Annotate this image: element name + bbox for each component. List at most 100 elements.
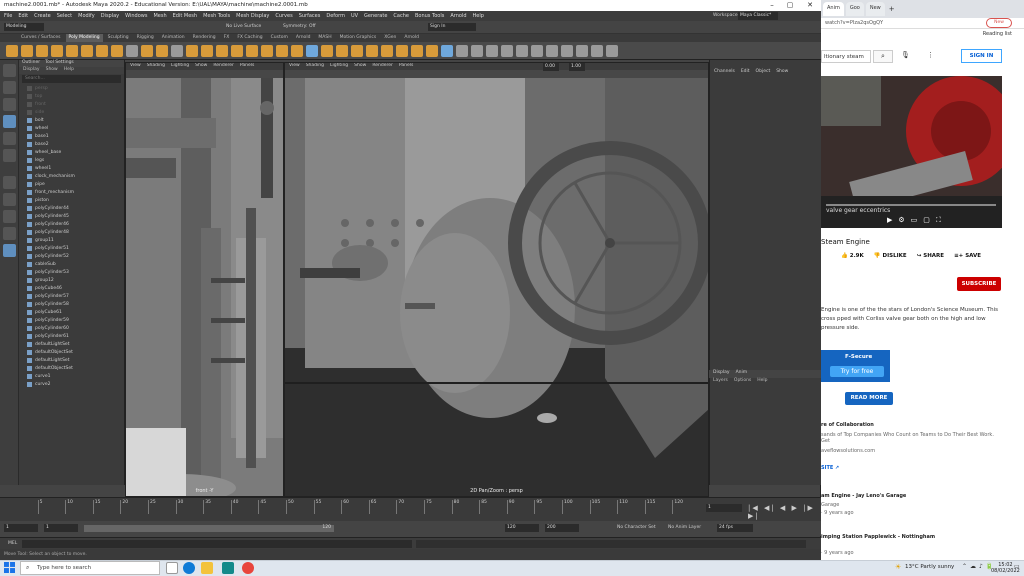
notifications-icon[interactable]: ▭ [1014, 563, 1020, 570]
promo-title[interactable]: re of Collaboration [821, 422, 874, 428]
outliner-search-input[interactable]: Search... [22, 75, 121, 83]
menu-display[interactable]: Display [101, 13, 119, 19]
shelf-tab[interactable]: Arnold [401, 34, 422, 42]
channels-menu-show[interactable]: Show [776, 69, 788, 74]
cut-uv-icon[interactable] [561, 44, 573, 57]
menu-modify[interactable]: Modify [78, 13, 95, 19]
weather-text[interactable]: 13°C Partly sunny [905, 564, 954, 570]
poly-plane-icon[interactable] [81, 44, 93, 57]
bridge-icon[interactable] [321, 44, 333, 57]
vp-menu-panels[interactable]: Panels [399, 63, 413, 70]
smooth-icon[interactable] [246, 44, 258, 57]
layout-persp-icon[interactable] [3, 244, 16, 257]
range-end-field[interactable]: 200 [545, 524, 579, 532]
layer-menu-options[interactable]: Options [734, 378, 751, 386]
menu-uv[interactable]: UV [351, 13, 358, 19]
poke-icon[interactable] [381, 44, 393, 57]
video-player[interactable]: ▶⚙▭▢⛶ [821, 76, 1002, 228]
shelf-tab[interactable]: Rigging [134, 34, 157, 42]
outliner-item[interactable]: polyCylinder51 [19, 244, 124, 252]
collapse-icon[interactable] [441, 44, 453, 57]
reduce-icon[interactable] [261, 44, 273, 57]
outliner-item[interactable]: polyCylinder52 [19, 252, 124, 260]
outliner-item[interactable]: defaultLightSet [19, 356, 124, 364]
near-clip-field[interactable]: 0.00 [543, 63, 559, 71]
menu-mesh-display[interactable]: Mesh Display [236, 13, 269, 19]
outliner-item[interactable]: polyCylinder61 [19, 332, 124, 340]
outliner-item[interactable]: polyCylinder44 [19, 204, 124, 212]
yt-sign-in-button[interactable]: SIGN IN [961, 49, 1002, 63]
sign-in-select[interactable]: Sign In [428, 23, 476, 31]
maximize-icon[interactable]: ▢ [783, 0, 797, 11]
range-start-field[interactable]: 1 [4, 524, 38, 532]
tab-anim-layers[interactable]: Anim [736, 370, 748, 378]
outliner-item[interactable]: polyCylinder59 [19, 316, 124, 324]
more-options-icon[interactable]: ⋮ [927, 51, 934, 59]
minimize-icon[interactable]: – [765, 0, 779, 11]
outliner-item[interactable]: side [19, 108, 124, 116]
channels-menu-edit[interactable]: Edit [741, 69, 750, 74]
save-button[interactable]: ≡+ SAVE [954, 253, 981, 263]
vp-menu-lighting[interactable]: Lighting [330, 63, 348, 70]
bevel-icon[interactable] [336, 44, 348, 57]
shelf-tab[interactable]: FX Caching [234, 34, 265, 42]
browser-tab[interactable]: Anim [823, 2, 844, 16]
vp-menu-panels[interactable]: Panels [240, 63, 254, 70]
playback-end-field[interactable]: 120 [505, 524, 539, 532]
maya-icon[interactable] [222, 562, 234, 574]
menu-windows[interactable]: Windows [125, 13, 147, 19]
shelf-tab[interactable]: Custom [268, 34, 291, 42]
live-surface-label[interactable]: No Live Surface [226, 24, 261, 29]
reading-list[interactable]: Reading list [821, 29, 1024, 39]
browser-tab[interactable]: New [865, 2, 885, 16]
menu-mesh[interactable]: Mesh [153, 13, 166, 19]
append-icon[interactable] [366, 44, 378, 57]
outliner-item[interactable]: defaultLightSet [19, 340, 124, 348]
vp-menu-renderer[interactable]: Renderer [372, 63, 393, 70]
shelf-tab[interactable]: Animation [159, 34, 188, 42]
poly-cylinder-icon[interactable] [36, 44, 48, 57]
poly-sphere-icon[interactable] [6, 44, 18, 57]
outliner-menu-help[interactable]: Help [64, 67, 74, 74]
outliner-item[interactable]: curve2 [19, 380, 124, 388]
search-icon[interactable]: ⌕ [873, 50, 893, 63]
sew-uv-icon[interactable] [576, 44, 588, 57]
svg-icon[interactable] [171, 44, 183, 57]
tab-outliner[interactable]: Outliner [22, 60, 40, 67]
tab-display-layers[interactable]: Display [713, 370, 730, 378]
outliner-item[interactable]: wheel1 [19, 164, 124, 172]
outliner-item[interactable]: bolt [19, 116, 124, 124]
menu-deform[interactable]: Deform [326, 13, 345, 19]
windows-start-icon[interactable] [4, 562, 15, 573]
outliner-item[interactable]: defaultObjectSet [19, 348, 124, 356]
taskbar-search-input[interactable]: Type here to search [20, 561, 160, 575]
shelf-tab[interactable]: Motion Graphics [337, 34, 380, 42]
vp-menu-view[interactable]: View [289, 63, 300, 70]
outliner-item[interactable]: pipe [19, 180, 124, 188]
combine-icon[interactable] [186, 44, 198, 57]
share-button[interactable]: ↪ SHARE [917, 253, 944, 263]
character-set-select[interactable]: No Character Set [617, 525, 656, 530]
menu-cache[interactable]: Cache [393, 13, 409, 19]
ad-try-button[interactable]: Try for free [830, 366, 884, 377]
mirror-icon[interactable] [216, 44, 228, 57]
wedge-icon[interactable] [396, 44, 408, 57]
lasso-tool-icon[interactable] [3, 81, 16, 94]
outliner-item[interactable]: polyCube61 [19, 308, 124, 316]
outliner-item[interactable]: polyCylinder45 [19, 212, 124, 220]
menu-select[interactable]: Select [57, 13, 72, 19]
new-tab-icon[interactable]: + [889, 5, 895, 13]
unfold-icon[interactable] [591, 44, 603, 57]
vp-menu-show[interactable]: Show [195, 63, 207, 70]
vp-menu-renderer[interactable]: Renderer [213, 63, 234, 70]
menu-edit-mesh[interactable]: Edit Mesh [173, 13, 197, 19]
retopologize-icon[interactable] [291, 44, 303, 57]
subscribe-button[interactable]: SUBSCRIBE [957, 277, 1001, 291]
rec1-channel[interactable]: Garage [821, 502, 839, 508]
outliner-item[interactable]: polyCylinder53 [19, 268, 124, 276]
scale-tool-icon[interactable] [3, 149, 16, 162]
range-bar[interactable]: 120 [84, 525, 334, 532]
connect-icon[interactable] [486, 44, 498, 57]
extrude-icon[interactable] [306, 44, 318, 57]
sweep-mesh-icon[interactable] [141, 44, 153, 57]
